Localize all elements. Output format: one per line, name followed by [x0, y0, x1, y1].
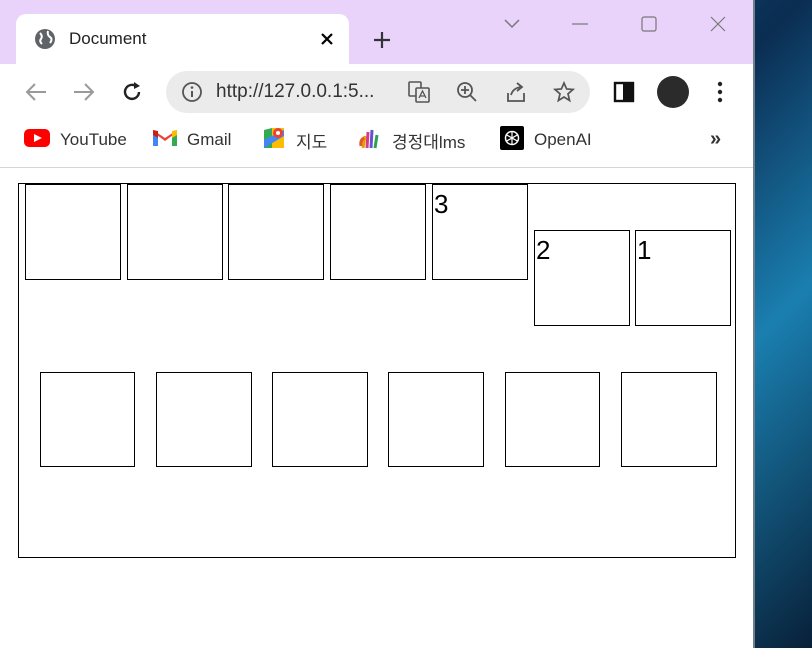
tab-search-chevron-down-icon[interactable] [500, 12, 524, 36]
maps-icon [262, 126, 286, 155]
bookmark-label: OpenAI [534, 130, 592, 149]
side-panel-icon[interactable] [610, 78, 638, 106]
bottom-box-5 [505, 372, 600, 467]
youtube-icon [24, 128, 50, 152]
bottom-box-4 [388, 372, 484, 467]
lms-icon [358, 126, 382, 155]
bookmark-star-icon[interactable] [552, 80, 576, 104]
bookmarks-bar: YouTube Gmail 지도 경정대lms OpenAI » [0, 120, 753, 168]
top-box-7: 1 [635, 230, 731, 326]
page-viewport: 3 2 1 [0, 168, 753, 648]
url-text: http://127.0.0.1:5... [216, 81, 375, 102]
reload-icon[interactable] [118, 78, 146, 106]
bottom-box-3 [272, 372, 368, 467]
title-bar: Document [0, 0, 753, 64]
bookmark-gmail[interactable]: Gmail [153, 128, 231, 152]
bookmark-label: Gmail [187, 130, 232, 149]
top-box-1 [25, 184, 121, 280]
maximize-icon[interactable] [637, 12, 661, 36]
bottom-box-2 [156, 372, 252, 467]
box-label: 2 [536, 235, 551, 265]
flex-container: 3 2 1 [18, 183, 736, 558]
bottom-box-1 [40, 372, 135, 467]
close-tab-icon[interactable] [315, 27, 339, 51]
share-icon[interactable] [504, 80, 528, 104]
bookmark-openai[interactable]: OpenAI [500, 125, 592, 155]
box-label: 3 [434, 189, 449, 219]
back-arrow-icon[interactable] [22, 78, 50, 106]
translate-icon[interactable] [407, 80, 431, 104]
kebab-menu-icon[interactable] [706, 78, 734, 106]
zoom-in-icon[interactable] [455, 80, 479, 104]
browser-toolbar: http://127.0.0.1:5... [0, 64, 753, 120]
profile-avatar[interactable] [656, 75, 690, 109]
globe-icon [34, 28, 56, 50]
close-window-icon[interactable] [706, 12, 730, 36]
tab-document[interactable]: Document [16, 14, 349, 64]
browser-window: Document http://127.0.0.1:5... YouTube G… [0, 0, 755, 648]
bookmark-label: 경정대lms [392, 132, 466, 152]
tab-title: Document [69, 29, 147, 48]
bookmark-label: YouTube [60, 130, 127, 149]
minimize-icon[interactable] [568, 12, 592, 36]
site-info-icon[interactable] [180, 80, 204, 104]
bookmark-youtube[interactable]: YouTube [24, 128, 127, 152]
top-box-5: 3 [432, 184, 528, 280]
bookmark-label: 지도 [296, 132, 328, 152]
top-box-3 [228, 184, 324, 280]
forward-arrow-icon[interactable] [70, 78, 98, 106]
bookmark-lms[interactable]: 경정대lms [358, 128, 465, 152]
bookmark-maps[interactable]: 지도 [262, 126, 328, 155]
address-bar[interactable]: http://127.0.0.1:5... [166, 71, 590, 113]
gmail-icon [153, 129, 177, 152]
new-tab-plus-icon[interactable] [368, 26, 396, 54]
bookmarks-more-chevron-icon[interactable]: » [710, 128, 721, 151]
top-box-4 [330, 184, 426, 280]
bottom-box-6 [621, 372, 717, 467]
top-box-2 [127, 184, 223, 280]
top-box-6: 2 [534, 230, 630, 326]
openai-icon [500, 125, 524, 155]
box-label: 1 [637, 235, 652, 265]
